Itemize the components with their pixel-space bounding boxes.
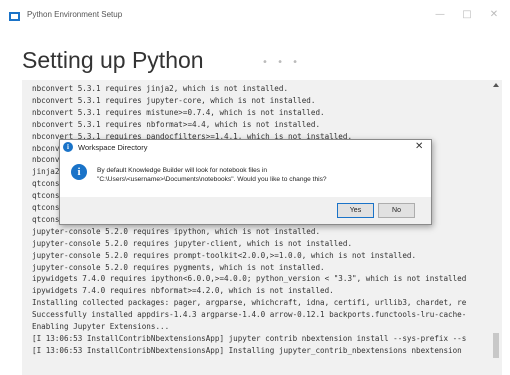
- dialog-title-bar: i Workspace Directory ✕: [60, 140, 431, 155]
- app-icon: [9, 12, 20, 21]
- console-line: Successfully installed appdirs-1.4.3 arg…: [32, 310, 467, 320]
- yes-button[interactable]: Yes: [337, 203, 374, 218]
- workspace-directory-dialog: i Workspace Directory ✕ i By default Kno…: [59, 139, 432, 225]
- dialog-message-line2: "C:\Users\<username>\Documents\notebooks…: [97, 176, 327, 183]
- console-line: jupyter-console 5.2.0 requires prompt-to…: [32, 250, 417, 260]
- console-line: Installing collected packages: pager, ar…: [32, 298, 467, 308]
- console-line: nbconvert 5.3.1 requires nbformat>=4.4, …: [32, 119, 321, 129]
- page-title: Setting up Python: [22, 47, 204, 73]
- dialog-footer: Yes No: [60, 197, 431, 224]
- console-line: nbconvert 5.3.1 requires mistune>=0.7.4,…: [32, 107, 325, 117]
- console-line: jupyter-console 5.2.0 requires pygments,…: [32, 262, 325, 272]
- dialog-title: Workspace Directory: [78, 143, 148, 152]
- no-button[interactable]: No: [378, 203, 415, 218]
- console-line: [I 13:06:53 InstallContribNbextensionsAp…: [32, 345, 462, 355]
- information-icon: i: [71, 164, 87, 180]
- console-output[interactable]: nbconvert 5.3.1 requires jinja2, which i…: [22, 80, 502, 375]
- console-line: jupyter-console 5.2.0 requires ipython, …: [32, 226, 321, 236]
- console-line: ipywidgets 7.4.0 requires nbformat>=4.2.…: [32, 286, 334, 296]
- console-line: nbconvert 5.3.1 requires jupyter-core, w…: [32, 95, 316, 105]
- close-button[interactable]: ✕: [484, 8, 504, 22]
- scroll-up-arrow-icon[interactable]: [493, 83, 499, 87]
- dialog-close-icon[interactable]: ✕: [415, 141, 423, 152]
- scroll-thumb[interactable]: [493, 333, 499, 358]
- dialog-body: i By default Knowledge Builder will look…: [61, 156, 430, 196]
- progress-dots: • • •: [262, 57, 302, 68]
- console-line: ipywidgets 7.4.0 requires ipython<6.0.0,…: [32, 274, 467, 284]
- setup-window: Python Environment Setup — □ ✕ Setting u…: [0, 0, 510, 375]
- title-bar: Python Environment Setup — □ ✕: [0, 0, 510, 30]
- dialog-message-line1: By default Knowledge Builder will look f…: [97, 167, 268, 174]
- console-scrollbar[interactable]: [490, 80, 502, 375]
- console-line: jupyter-console 5.2.0 requires jupyter-c…: [32, 238, 353, 248]
- dialog-info-icon: i: [63, 142, 73, 152]
- window-title: Python Environment Setup: [27, 10, 123, 19]
- minimize-button[interactable]: —: [430, 8, 450, 22]
- console-line: [I 13:06:53 InstallContribNbextensionsAp…: [32, 333, 467, 343]
- console-line: Enabling Jupyter Extensions...: [32, 322, 170, 331]
- console-line: nbconvert 5.3.1 requires jinja2, which i…: [32, 84, 289, 93]
- maximize-button[interactable]: □: [457, 8, 477, 22]
